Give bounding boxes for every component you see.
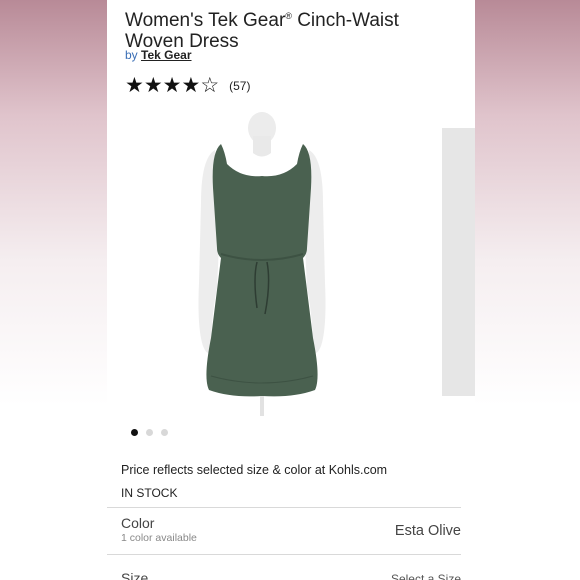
brand-line: by Tek Gear — [125, 48, 192, 62]
background-left — [0, 0, 107, 580]
stock-status: IN STOCK — [121, 486, 178, 500]
divider — [107, 554, 461, 555]
product-title: Women's Tek Gear® Cinch-Waist Woven Dres… — [125, 10, 399, 52]
star-filled-icon: ★ — [143, 74, 163, 97]
size-label: Size — [121, 570, 149, 580]
color-label: Color — [121, 515, 155, 531]
mannequin-neck — [253, 136, 271, 157]
star-empty-icon: ☆ — [200, 74, 220, 97]
color-value: Esta Olive — [394, 523, 461, 539]
review-count[interactable]: (57) — [229, 79, 250, 93]
registered-mark: ® — [285, 11, 292, 21]
color-availability: 1 color available — [121, 532, 197, 544]
brand-link[interactable]: Tek Gear — [141, 48, 191, 62]
product-image[interactable] — [107, 108, 437, 423]
size-value: Select a Size — [390, 572, 461, 580]
product-page: Women's Tek Gear® Cinch-Waist Woven Dres… — [107, 0, 475, 580]
star-filled-icon: ★ — [162, 74, 182, 97]
carousel-dot-active[interactable] — [131, 429, 138, 436]
star-filled-icon: ★ — [125, 74, 144, 97]
carousel-dot[interactable] — [146, 429, 153, 436]
star-filled-icon: ★ — [181, 74, 201, 97]
by-label: by — [125, 48, 138, 62]
price-note: Price reflects selected size & color at … — [121, 463, 388, 477]
background-right — [475, 0, 580, 580]
dress-body — [206, 144, 318, 397]
rating[interactable]: ★ ★ ★ ★ ☆ (57) — [125, 74, 250, 97]
carousel-dots — [131, 429, 176, 436]
divider — [107, 507, 461, 508]
carousel-dot[interactable] — [161, 429, 168, 436]
next-image-preview[interactable] — [442, 128, 475, 396]
mannequin-stand — [260, 396, 264, 416]
